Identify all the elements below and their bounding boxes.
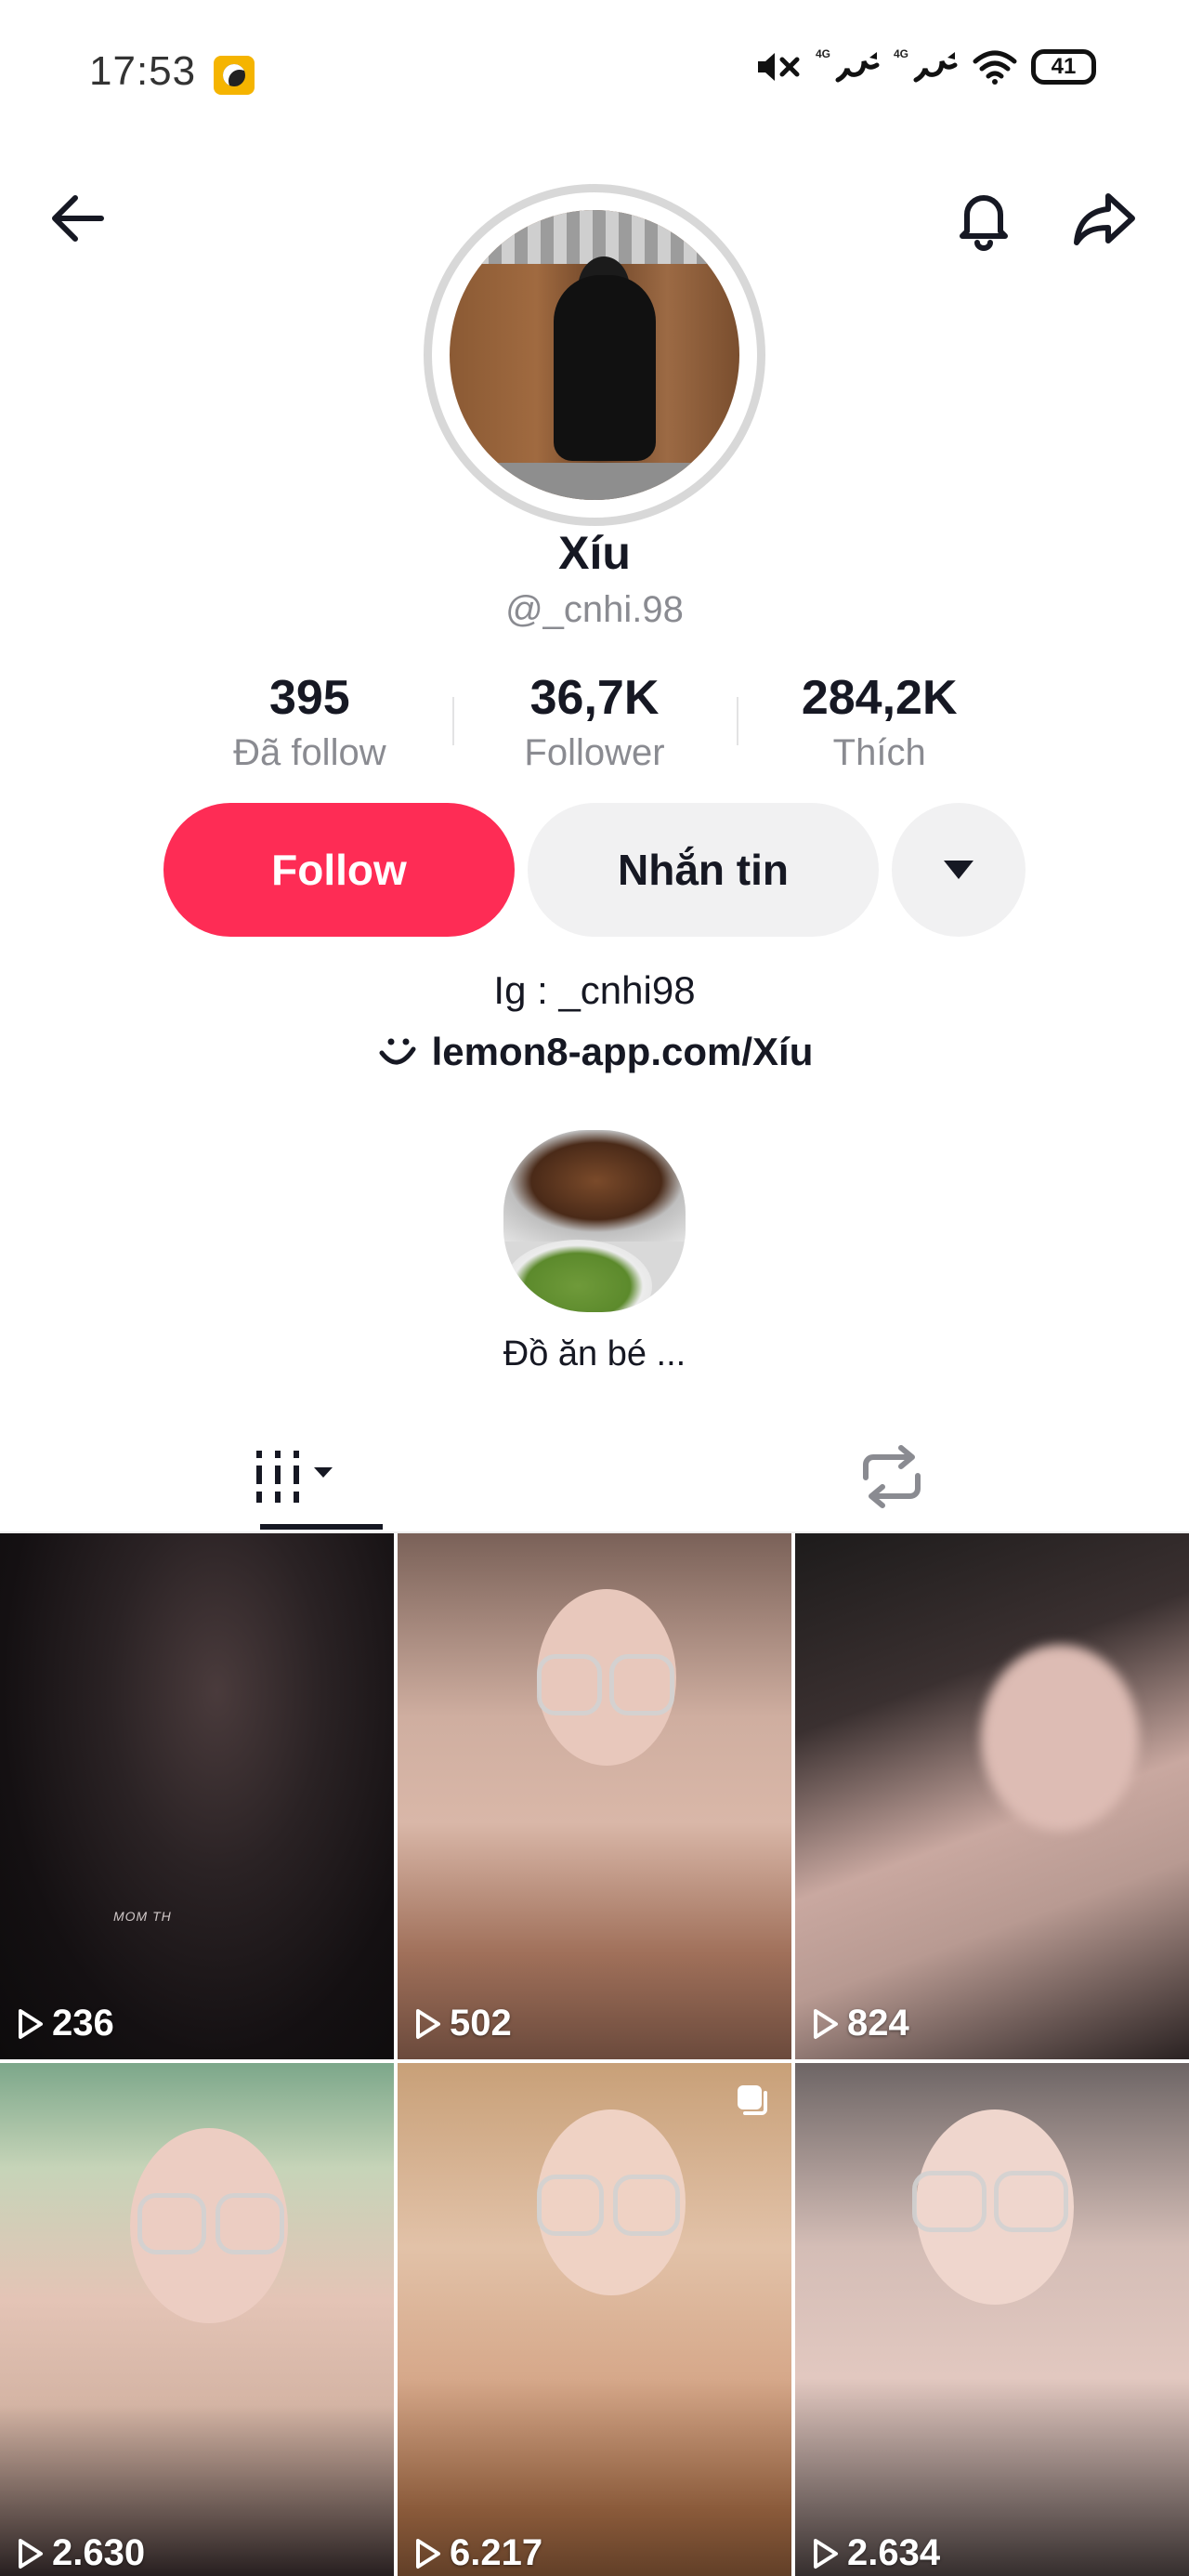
dropdown-caret-icon (944, 861, 973, 879)
back-arrow-icon (52, 195, 104, 242)
repost-icon (863, 1445, 921, 1508)
video-tile[interactable]: MOM TH 236 (0, 1533, 394, 2059)
avatar[interactable] (450, 210, 739, 500)
tab-videos[interactable] (0, 1422, 594, 1531)
videos-grid-icon (256, 1451, 333, 1503)
profile-link[interactable]: lemon8-app.com/Xíu (0, 1030, 1189, 1074)
share-icon (1074, 193, 1135, 245)
wifi-icon (973, 50, 1017, 85)
play-icon (19, 2008, 43, 2039)
video-view-count: 2.630 (17, 2532, 145, 2574)
signal-icon (835, 52, 880, 83)
play-icon (814, 2538, 838, 2569)
stat-likes[interactable]: 284,2K Thích (737, 665, 1022, 777)
view-count-text: 2.630 (52, 2532, 146, 2573)
status-bar: 17:53 4G 4G 41 (0, 0, 1189, 149)
video-tile[interactable]: 2.634 (795, 2063, 1189, 2576)
message-button[interactable]: Nhắn tin (528, 803, 879, 937)
stat-value: 284,2K (801, 671, 958, 725)
view-count-text: 2.634 (847, 2532, 941, 2573)
play-icon (416, 2008, 440, 2039)
network-label-1: 4G (815, 47, 830, 60)
back-button[interactable] (37, 177, 121, 260)
profile-stats: 395 Đã follow 36,7K Follower 284,2K Thíc… (167, 665, 1022, 777)
story-highlight-label: Đồ ăn bé ... (503, 1334, 686, 1373)
profile-bio: Ig : _cnhi98 (493, 968, 696, 1012)
stat-followers[interactable]: 36,7K Follower (451, 665, 738, 777)
video-view-count: 236 (17, 2003, 114, 2044)
tab-reposts[interactable] (594, 1422, 1189, 1531)
profile-link-text: lemon8-app.com/Xíu (431, 1030, 814, 1073)
profile-username: @_cnhi.98 (505, 589, 684, 630)
stat-following[interactable]: 395 Đã follow (167, 665, 452, 777)
video-view-count: 2.634 (812, 2532, 940, 2574)
signal-icon-2 (913, 52, 958, 83)
view-count-text: 502 (450, 2003, 512, 2044)
lemon8-icon (379, 1038, 416, 1065)
stat-label: Follower (524, 732, 665, 773)
stat-value: 395 (268, 671, 350, 725)
video-tile[interactable]: 502 (398, 1533, 791, 2059)
share-button[interactable] (1063, 177, 1146, 260)
video-grid: MOM TH 236 502 824 2.630 6.217 2.634 (0, 1533, 1189, 2576)
video-tile[interactable]: 2.630 (0, 2063, 394, 2576)
view-count-text: 824 (847, 2003, 909, 2044)
video-view-count: 6.217 (414, 2532, 542, 2574)
play-icon (814, 2008, 838, 2039)
notification-bell-button[interactable] (942, 177, 1026, 260)
view-count-text: 236 (52, 2003, 114, 2044)
video-tile[interactable]: 6.217 (398, 2063, 791, 2576)
status-time: 17:53 (89, 48, 197, 94)
bell-icon (960, 195, 1008, 251)
stat-label: Đã follow (233, 732, 386, 773)
stat-label: Thích (832, 732, 926, 773)
mute-icon (757, 53, 800, 81)
video-view-count: 502 (414, 2003, 512, 2044)
stat-value: 36,7K (529, 671, 660, 725)
follow-button[interactable]: Follow (163, 803, 515, 937)
story-highlight[interactable] (503, 1130, 686, 1312)
profile-tabs (0, 1422, 1189, 1531)
video-tile[interactable]: 824 (795, 1533, 1189, 2059)
suggested-accounts-button[interactable] (892, 803, 1026, 937)
battery-indicator: 41 (1031, 49, 1096, 85)
profile-display-name: Xíu (558, 527, 631, 579)
view-count-text: 6.217 (450, 2532, 543, 2573)
video-view-count: 824 (812, 2003, 909, 2044)
active-tab-indicator (260, 1524, 383, 1530)
play-icon (19, 2538, 43, 2569)
status-icons: 4G 4G 41 (754, 47, 1096, 85)
video-overlay-text: MOM TH (113, 1909, 172, 1924)
play-icon (416, 2538, 440, 2569)
network-label-2: 4G (893, 47, 908, 60)
multi-photo-icon (738, 2085, 767, 2115)
app-notification-icon (214, 56, 255, 95)
